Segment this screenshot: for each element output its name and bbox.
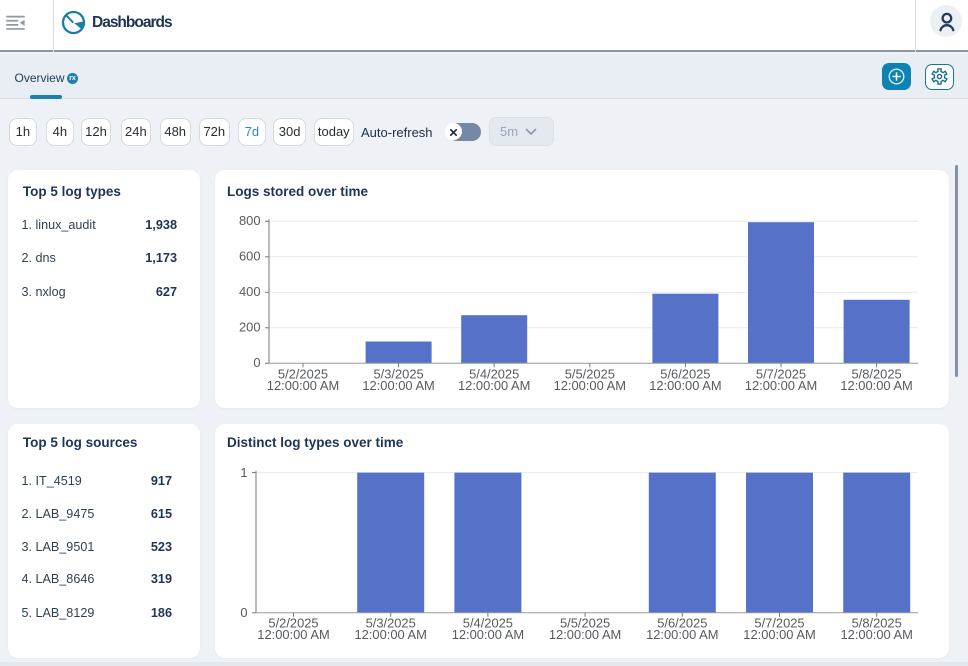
- svg-text:12:00:00 AM: 12:00:00 AM: [452, 627, 524, 642]
- svg-text:12:00:00 AM: 12:00:00 AM: [841, 627, 913, 642]
- svg-text:12:00:00 AM: 12:00:00 AM: [649, 378, 721, 393]
- svg-text:12:00:00 AM: 12:00:00 AM: [362, 378, 434, 393]
- svg-text:400: 400: [239, 284, 261, 299]
- svg-text:0: 0: [240, 605, 247, 620]
- svg-text:12:00:00 AM: 12:00:00 AM: [554, 378, 626, 393]
- svg-text:800: 800: [239, 213, 261, 228]
- svg-text:12:00:00 AM: 12:00:00 AM: [355, 627, 427, 642]
- svg-text:12:00:00 AM: 12:00:00 AM: [646, 627, 718, 642]
- svg-text:12:00:00 AM: 12:00:00 AM: [745, 378, 817, 393]
- svg-text:12:00:00 AM: 12:00:00 AM: [743, 627, 815, 642]
- svg-text:0: 0: [253, 355, 260, 370]
- svg-text:200: 200: [239, 320, 261, 335]
- svg-text:12:00:00 AM: 12:00:00 AM: [458, 378, 530, 393]
- svg-text:1: 1: [240, 465, 247, 480]
- svg-text:12:00:00 AM: 12:00:00 AM: [549, 627, 621, 642]
- svg-text:12:00:00 AM: 12:00:00 AM: [840, 378, 912, 393]
- svg-text:12:00:00 AM: 12:00:00 AM: [267, 378, 339, 393]
- svg-text:12:00:00 AM: 12:00:00 AM: [257, 627, 329, 642]
- svg-text:600: 600: [239, 249, 261, 264]
